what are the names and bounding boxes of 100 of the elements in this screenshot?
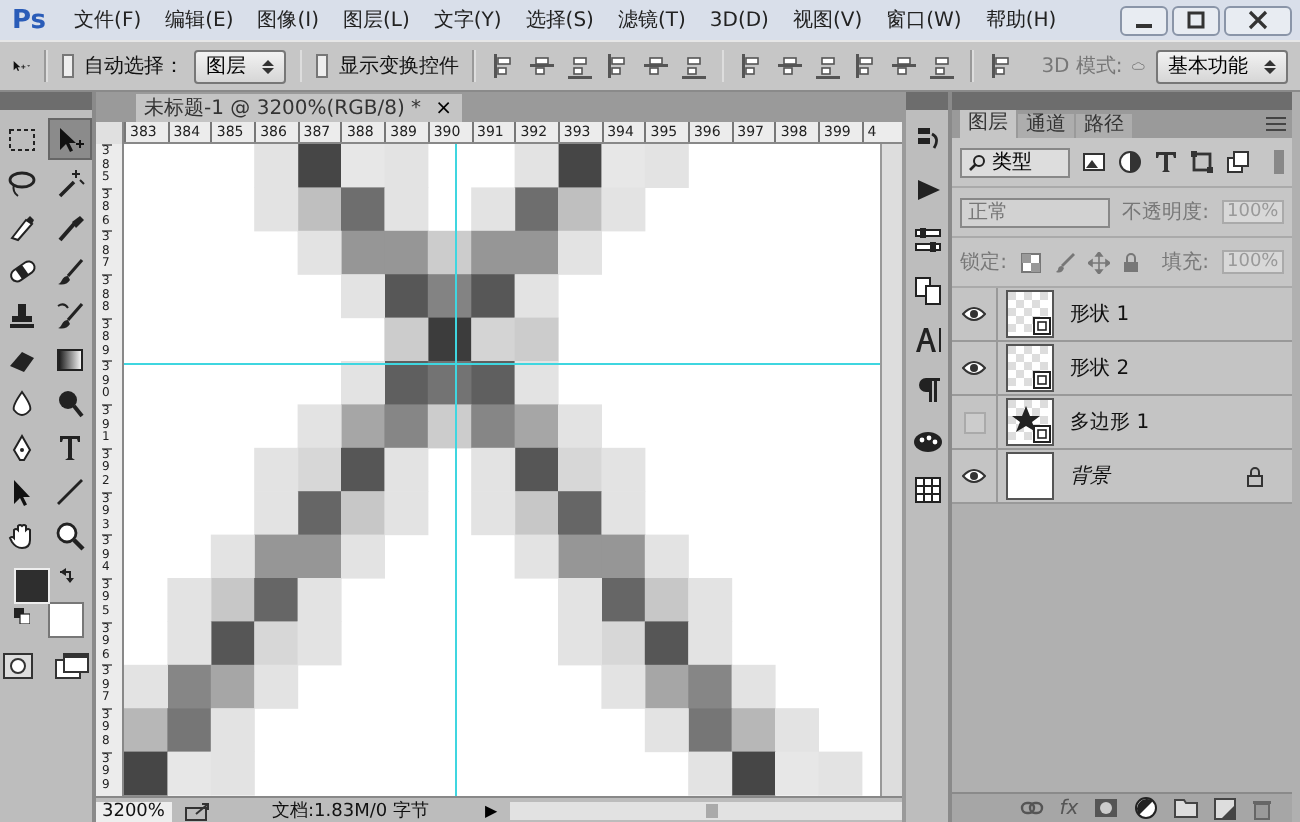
layer-thumbnail xyxy=(1006,398,1055,446)
lasso-icon xyxy=(6,167,38,199)
menu-item[interactable]: 图像(I) xyxy=(245,6,331,34)
layer-name: 多边形 1 xyxy=(1070,409,1150,436)
folder-icon[interactable] xyxy=(1174,798,1199,818)
lock-label: 锁定: xyxy=(960,249,1007,276)
layer-row[interactable]: 形状 2 xyxy=(952,342,1293,396)
zoom-field[interactable]: 3200% xyxy=(96,801,172,821)
fill-label: 填充: xyxy=(1162,249,1209,276)
align-icon[interactable] xyxy=(928,52,957,80)
layer-row[interactable]: 形状 1 xyxy=(952,288,1293,342)
layer-dropdown[interactable]: 图层 xyxy=(193,49,286,83)
checkbox[interactable] xyxy=(61,54,74,78)
character-icon[interactable] xyxy=(911,324,944,356)
type-tool-icon xyxy=(54,431,86,463)
maximize-icon xyxy=(1186,10,1206,30)
half-circle-icon[interactable] xyxy=(1118,150,1143,174)
shape-filter-icon[interactable] xyxy=(1190,150,1215,174)
menu-item[interactable]: 滤镜(T) xyxy=(605,6,698,34)
type-filter-icon[interactable] xyxy=(1154,150,1179,174)
link-icon[interactable] xyxy=(1019,800,1044,816)
minimize-button[interactable] xyxy=(1120,5,1168,35)
align-icon[interactable] xyxy=(814,52,843,80)
smart-object-icon[interactable] xyxy=(1226,150,1251,174)
align-icon[interactable] xyxy=(565,52,594,80)
align-icon[interactable] xyxy=(527,52,556,80)
menu-item[interactable]: 图层(L) xyxy=(331,6,422,34)
history-brush-icon xyxy=(54,299,86,331)
menu-item[interactable]: 选择(S) xyxy=(513,6,606,34)
line-icon xyxy=(54,475,86,507)
burn-icon xyxy=(54,387,86,419)
swap-arrow-icon[interactable] xyxy=(58,566,76,584)
layer-name: 背景 xyxy=(1070,463,1111,490)
layer-thumbnail xyxy=(1006,344,1055,392)
align-icon[interactable] xyxy=(776,52,805,80)
workspace-dropdown[interactable]: 基本功能 xyxy=(1156,49,1289,83)
menu-item[interactable]: 文件(F) xyxy=(62,6,154,34)
stamp-icon xyxy=(6,299,38,331)
maximize-button[interactable] xyxy=(1172,5,1220,35)
panel-tab[interactable]: 图层 xyxy=(960,110,1017,138)
move-icon xyxy=(54,123,86,155)
panel-menu-icon[interactable] xyxy=(1266,116,1287,132)
minimize-icon xyxy=(1136,23,1152,27)
default-colors-icon[interactable] xyxy=(14,608,30,624)
option-label: 自动选择： xyxy=(83,53,184,80)
half-circle-icon[interactable] xyxy=(1134,796,1159,820)
sliders-icon[interactable] xyxy=(911,224,944,256)
lock-icon[interactable] xyxy=(1121,251,1139,273)
marquee-icon xyxy=(6,123,38,155)
menu-item[interactable]: 视图(V) xyxy=(780,6,875,34)
gradient-icon xyxy=(54,343,86,375)
background-swatch[interactable] xyxy=(48,602,84,638)
filter-dropdown[interactable]: 类型 xyxy=(960,147,1071,177)
panel-tab[interactable]: 通道 xyxy=(1018,114,1075,138)
info-menu-button[interactable]: ▶ xyxy=(484,802,498,820)
menu-item[interactable]: 文字(Y) xyxy=(421,6,514,34)
layer-name: 形状 1 xyxy=(1070,301,1130,328)
screen-mode-icon[interactable] xyxy=(54,652,90,680)
tab-close-button[interactable]: × xyxy=(429,94,462,122)
horizontal-scrollbar[interactable] xyxy=(509,802,902,820)
eye-icon[interactable] xyxy=(962,360,987,376)
mask-icon[interactable] xyxy=(1094,798,1119,818)
eye-icon[interactable] xyxy=(962,468,987,484)
menu-item[interactable]: 编辑(E) xyxy=(153,6,246,34)
menu-item[interactable]: 窗口(W) xyxy=(874,6,974,34)
menu-item[interactable]: 3D(D) xyxy=(697,9,781,31)
layer-thumbnail xyxy=(1006,290,1055,338)
clone-icon[interactable] xyxy=(911,274,944,306)
panel-tab[interactable]: 路径 xyxy=(1076,114,1133,138)
align-icon[interactable] xyxy=(641,52,670,80)
image-filter-icon[interactable] xyxy=(1082,152,1107,172)
document-tab[interactable]: 未标题-1 @ 3200%(RGB/8) * xyxy=(136,94,430,122)
option-label: 显示变换控件 xyxy=(338,53,459,80)
menu-item[interactable]: 帮助(H) xyxy=(973,6,1069,34)
app-logo: Ps xyxy=(10,5,49,35)
opacity-label: 不透明度: xyxy=(1122,199,1209,226)
checkbox[interactable] xyxy=(316,54,329,78)
export-icon[interactable] xyxy=(184,801,212,821)
lock-transparency-icon[interactable] xyxy=(1019,251,1041,273)
align-icon[interactable] xyxy=(679,52,708,80)
layer-row[interactable]: 多边形 1 xyxy=(952,396,1293,450)
align-icon[interactable] xyxy=(890,52,919,80)
filter-toggle[interactable] xyxy=(1274,150,1285,174)
close-icon xyxy=(1248,10,1268,30)
magic-wand-icon xyxy=(54,167,86,199)
eyedropper-icon xyxy=(54,211,86,243)
updown-arrows-icon xyxy=(1264,57,1277,75)
move-arrows-icon[interactable] xyxy=(1087,251,1109,273)
layer-row[interactable]: 背景 xyxy=(952,450,1293,504)
mode-label: 3D 模式: xyxy=(1041,53,1123,80)
grid-icon[interactable] xyxy=(911,474,944,506)
layer-thumbnail xyxy=(1006,452,1055,500)
new-layer-icon[interactable] xyxy=(1214,797,1237,819)
vertical-scrollbar[interactable] xyxy=(880,144,902,796)
quick-mask-icon[interactable] xyxy=(2,652,34,680)
visibility-toggle[interactable] xyxy=(963,411,986,433)
brush-icon[interactable] xyxy=(1053,251,1075,273)
eye-icon[interactable] xyxy=(962,306,987,322)
close-button[interactable] xyxy=(1224,5,1292,35)
foreground-swatch[interactable] xyxy=(14,568,50,604)
